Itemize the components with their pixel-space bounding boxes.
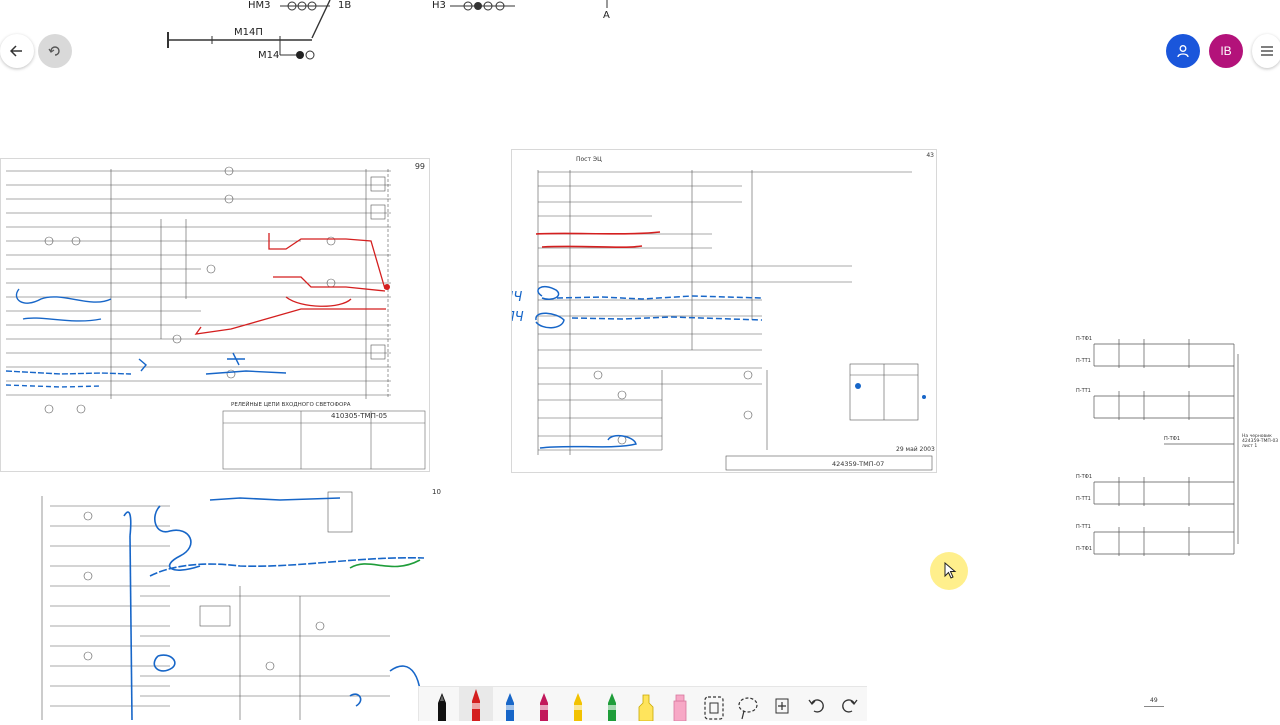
pen-magenta-icon <box>540 693 548 721</box>
add-space-icon <box>775 698 789 714</box>
signal-label-a: А <box>603 10 610 21</box>
lasso-tool[interactable] <box>731 687 765 721</box>
pen-yellow-tool[interactable] <box>561 687 595 721</box>
sheet1-doc-code: 410305-ТМП-05 <box>331 412 388 420</box>
undo-tool[interactable] <box>799 687 833 721</box>
lasso-icon <box>738 697 758 720</box>
sheet1-page-number: 99 <box>414 162 425 171</box>
right-row-label-5: П-ТФ1 <box>1076 474 1093 480</box>
signal-label-n3: Н3 <box>432 0 446 11</box>
undo-icon <box>808 699 824 713</box>
rotate-view-button[interactable] <box>38 34 72 68</box>
redo-tool[interactable] <box>833 687 867 721</box>
sheet2-header: Пост ЭЦ <box>576 156 602 163</box>
signal-label-1v: 1В <box>338 0 352 11</box>
share-person-button[interactable] <box>1166 34 1200 68</box>
sheet2-page-number: 43 <box>926 152 934 159</box>
footer-line <box>1144 706 1164 707</box>
signal-label-nm3: НМ3 <box>248 0 271 11</box>
user-initials: IB <box>1220 44 1232 58</box>
highlighter-pink-icon <box>673 694 687 721</box>
right-row-label-4: П-ТФ1 <box>1164 436 1181 442</box>
pen-black-tool[interactable] <box>425 687 459 721</box>
schematic-sheet-2: Пост ЭЦ 43 Ч Ч 424359-ТМП-07 29 май 2003 <box>511 149 937 473</box>
right-diagram-drawing <box>1093 339 1239 556</box>
top-diagram-fragment: НМ3 1В Н3 А М14П М14 <box>150 0 670 70</box>
right-diagram-note: На черновик 424359-ТМП-03 лист 1 <box>1242 434 1279 449</box>
top-diagram-drawing <box>167 0 608 60</box>
pen-red-tool[interactable] <box>459 687 493 721</box>
drawing-toolbar <box>418 686 867 721</box>
eraser-icon <box>704 696 724 720</box>
pen-blue-icon <box>506 693 514 721</box>
highlighter-pink-tool[interactable] <box>663 687 697 721</box>
pen-black-icon <box>438 693 446 721</box>
signal-label-m14p: М14П <box>234 27 263 38</box>
handwritten-note-pplch: ППЛЧ <box>512 290 523 305</box>
sheet1-drawing <box>5 166 426 470</box>
pen-blue-tool[interactable] <box>493 687 527 721</box>
right-row-label-3: П-ТТ1 <box>1076 388 1091 394</box>
insert-space-tool[interactable] <box>765 687 799 721</box>
sheet2-date: 29 май 2003 <box>896 446 935 453</box>
menu-button[interactable] <box>1252 34 1280 68</box>
right-row-label-7: П-ТТ1 <box>1076 524 1091 530</box>
back-button[interactable] <box>0 34 34 68</box>
handwritten-note-pmlch: ПМЛЧ <box>512 310 524 325</box>
user-avatar[interactable]: IB <box>1209 34 1243 68</box>
sheet2-drawing <box>535 170 933 471</box>
mouse-cursor <box>930 552 968 590</box>
highlighter-yellow-tool[interactable] <box>629 687 663 721</box>
cursor-arrow-icon <box>944 562 957 579</box>
footer-page-number: 49 <box>1150 697 1158 704</box>
sheet2-doc-code: 424359-ТМП-07 <box>832 460 885 468</box>
pen-magenta-tool[interactable] <box>527 687 561 721</box>
sheet3-drawing <box>41 491 425 721</box>
redo-icon <box>842 699 858 713</box>
signal-label-m14: М14 <box>258 50 280 61</box>
sheet1-title-text: РЕЛЕЙНЫЕ ЦЕПИ ВХОДНОГО СВЕТОФОРА <box>231 402 351 408</box>
right-row-label-1: П-ТФ1 <box>1076 336 1093 342</box>
right-row-label-2: П-ТТ1 <box>1076 358 1091 364</box>
sheet3-page-number: 10 <box>432 488 441 496</box>
eraser-tool[interactable] <box>697 687 731 721</box>
pen-red-icon <box>472 689 480 721</box>
pen-yellow-icon <box>574 693 582 721</box>
right-row-label-8: П-ТФ1 <box>1076 546 1093 552</box>
rotate-icon <box>48 46 60 56</box>
highlighter-yellow-icon <box>638 694 654 721</box>
pen-green-icon <box>608 693 616 721</box>
right-contact-diagram: П-ТФ1 П-ТТ1 П-ТТ1 П-ТФ1 П-ТФ1 П-ТТ1 П-ТТ… <box>1074 334 1280 564</box>
schematic-sheet-3: 10 <box>40 486 441 721</box>
pen-green-tool[interactable] <box>595 687 629 721</box>
arrow-left-icon <box>10 45 22 57</box>
right-row-label-6: П-ТТ1 <box>1076 496 1091 502</box>
hamburger-menu-icon <box>1261 46 1273 56</box>
person-icon <box>1177 45 1189 58</box>
schematic-sheet-1: 99 РЕЛЕЙНЫЕ ЦЕПИ ВХОДНОГО СВЕТОФОРА 4103… <box>0 158 430 472</box>
